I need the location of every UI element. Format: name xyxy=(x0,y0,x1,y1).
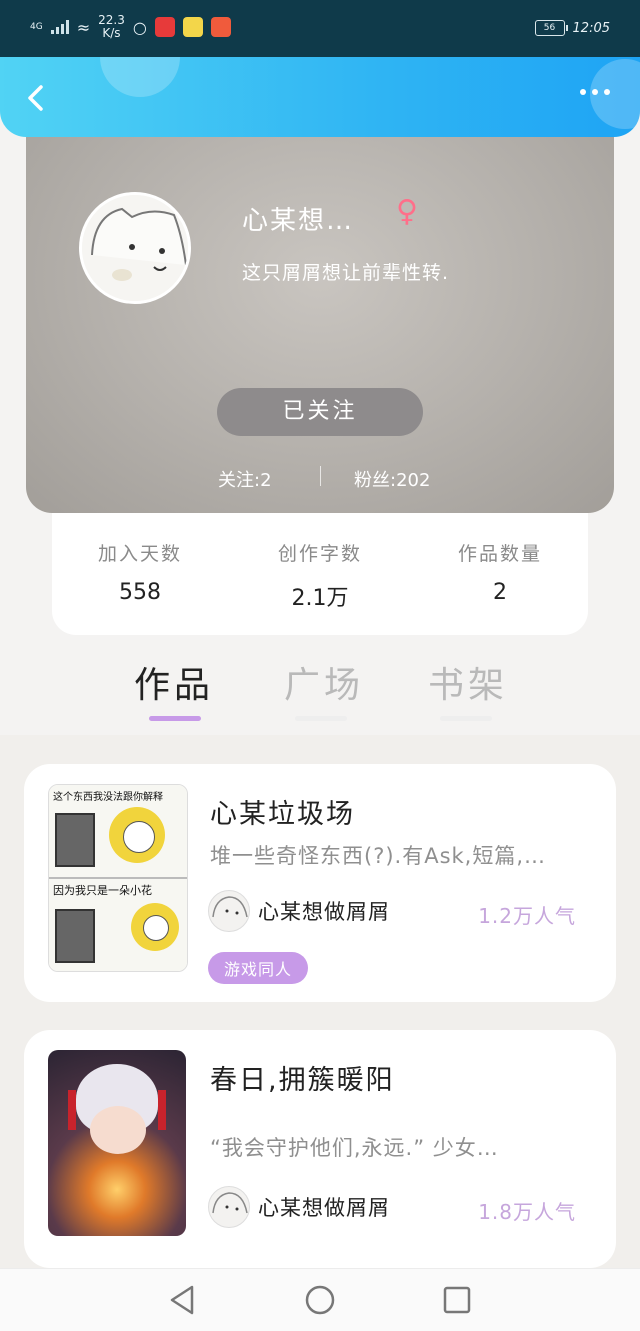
wifi-icon: ≈ xyxy=(76,17,91,37)
stat-label: 作品数量 xyxy=(457,543,542,565)
network-type: 4G xyxy=(30,22,43,32)
author-name: 心某想做屑屑 xyxy=(258,900,390,924)
stat-value: 558 xyxy=(119,580,161,605)
book-title: 春日,拥簇暖阳 xyxy=(210,1065,395,1096)
author-avatar xyxy=(208,890,250,932)
back-button[interactable] xyxy=(22,83,52,113)
cat-avatar-icon xyxy=(82,195,188,301)
profile-tabs: 作品 广场 书架 xyxy=(0,652,640,734)
divider xyxy=(320,466,321,486)
tab-indicator xyxy=(440,716,492,721)
circle-home-icon xyxy=(305,1285,335,1315)
book-card[interactable]: 这个东西我没法跟你解释 因为我只是一朵小花 心某垃圾场 堆一些奇怪东西(?).有… xyxy=(24,764,616,1002)
popularity-count: 1.2万人气 xyxy=(478,904,576,928)
book-author[interactable]: 心某想做屑屑 xyxy=(208,890,390,932)
stat-works-count: 作品数量 2 xyxy=(420,539,580,605)
battery-icon: 56 xyxy=(534,20,568,36)
followed-button[interactable]: 已关注 xyxy=(217,388,423,436)
clock: 12:05 xyxy=(572,20,610,36)
chevron-left-icon xyxy=(28,85,43,111)
book-card[interactable]: 春日,拥簇暖阳 “我会守护他们,永远.” 少女… 心某想做屑屑 1.8万人气 xyxy=(24,1030,616,1268)
stats-card: 加入天数 558 创作字数 2.1万 作品数量 2 xyxy=(52,513,588,635)
tab-works[interactable]: 作品 xyxy=(134,656,214,708)
stat-label: 加入天数 xyxy=(97,543,182,565)
tab-square[interactable]: 广场 xyxy=(284,656,364,708)
tab-active-indicator xyxy=(149,716,201,721)
book-description: “我会守护他们,永远.” 少女… xyxy=(210,1136,499,1160)
back-nav-button[interactable] xyxy=(166,1283,200,1317)
network-speed: 22.3 K/s xyxy=(98,13,125,40)
profile-nickname: 心某想… xyxy=(242,206,355,236)
fans-count[interactable]: 粉丝:202 xyxy=(354,466,430,492)
status-bar: 4G ≈ 22.3 K/s ○ 56 12:05 xyxy=(0,0,640,57)
taobao-app-icon xyxy=(154,17,175,37)
stat-word-count: 创作字数 2.1万 xyxy=(240,539,400,612)
genre-tag[interactable]: 游戏同人 xyxy=(208,952,309,984)
home-nav-button[interactable] xyxy=(303,1283,337,1317)
top-nav-bar xyxy=(0,57,640,137)
female-gender-icon: ♀ xyxy=(396,194,418,229)
book-cover[interactable]: 这个东西我没法跟你解释 因为我只是一朵小花 xyxy=(48,784,188,972)
chat-app-icon xyxy=(182,17,203,37)
popularity-count: 1.8万人气 xyxy=(478,1200,576,1224)
tab-indicator xyxy=(295,716,347,721)
shop-app-icon xyxy=(210,17,231,37)
more-button[interactable] xyxy=(580,89,610,95)
author-avatar xyxy=(208,1186,250,1228)
signal-icon xyxy=(50,20,69,34)
avatar[interactable] xyxy=(79,192,191,304)
cover-caption: 这个东西我没法跟你解释 xyxy=(53,792,163,803)
book-description: 堆一些奇怪东西(?).有Ask,短篇,… xyxy=(210,844,547,868)
following-count[interactable]: 关注:2 xyxy=(218,466,272,492)
book-title: 心某垃圾场 xyxy=(210,799,355,830)
cover-caption: 因为我只是一朵小花 xyxy=(53,884,152,897)
more-horizontal-icon xyxy=(580,89,586,95)
profile-bio: 这只屑屑想让前辈性转. xyxy=(242,262,450,284)
book-author[interactable]: 心某想做屑屑 xyxy=(208,1186,390,1228)
stat-value: 2.1万 xyxy=(291,586,349,611)
stat-label: 创作字数 xyxy=(277,543,362,565)
recents-nav-button[interactable] xyxy=(440,1283,474,1317)
wechat-icon: ○ xyxy=(132,17,147,37)
book-cover[interactable] xyxy=(48,1050,186,1236)
stat-value: 2 xyxy=(493,580,507,605)
system-navigation-bar xyxy=(0,1268,640,1331)
follow-stats: 关注:2 粉丝:202 xyxy=(26,460,614,496)
triangle-back-icon xyxy=(170,1285,194,1315)
stat-join-days: 加入天数 558 xyxy=(60,539,220,605)
tab-bookshelf[interactable]: 书架 xyxy=(428,656,508,708)
profile-header: 心某想… ♀ 这只屑屑想让前辈性转. 已关注 关注:2 粉丝:202 xyxy=(26,120,614,513)
square-recents-icon xyxy=(443,1286,471,1314)
author-name: 心某想做屑屑 xyxy=(258,1196,390,1220)
